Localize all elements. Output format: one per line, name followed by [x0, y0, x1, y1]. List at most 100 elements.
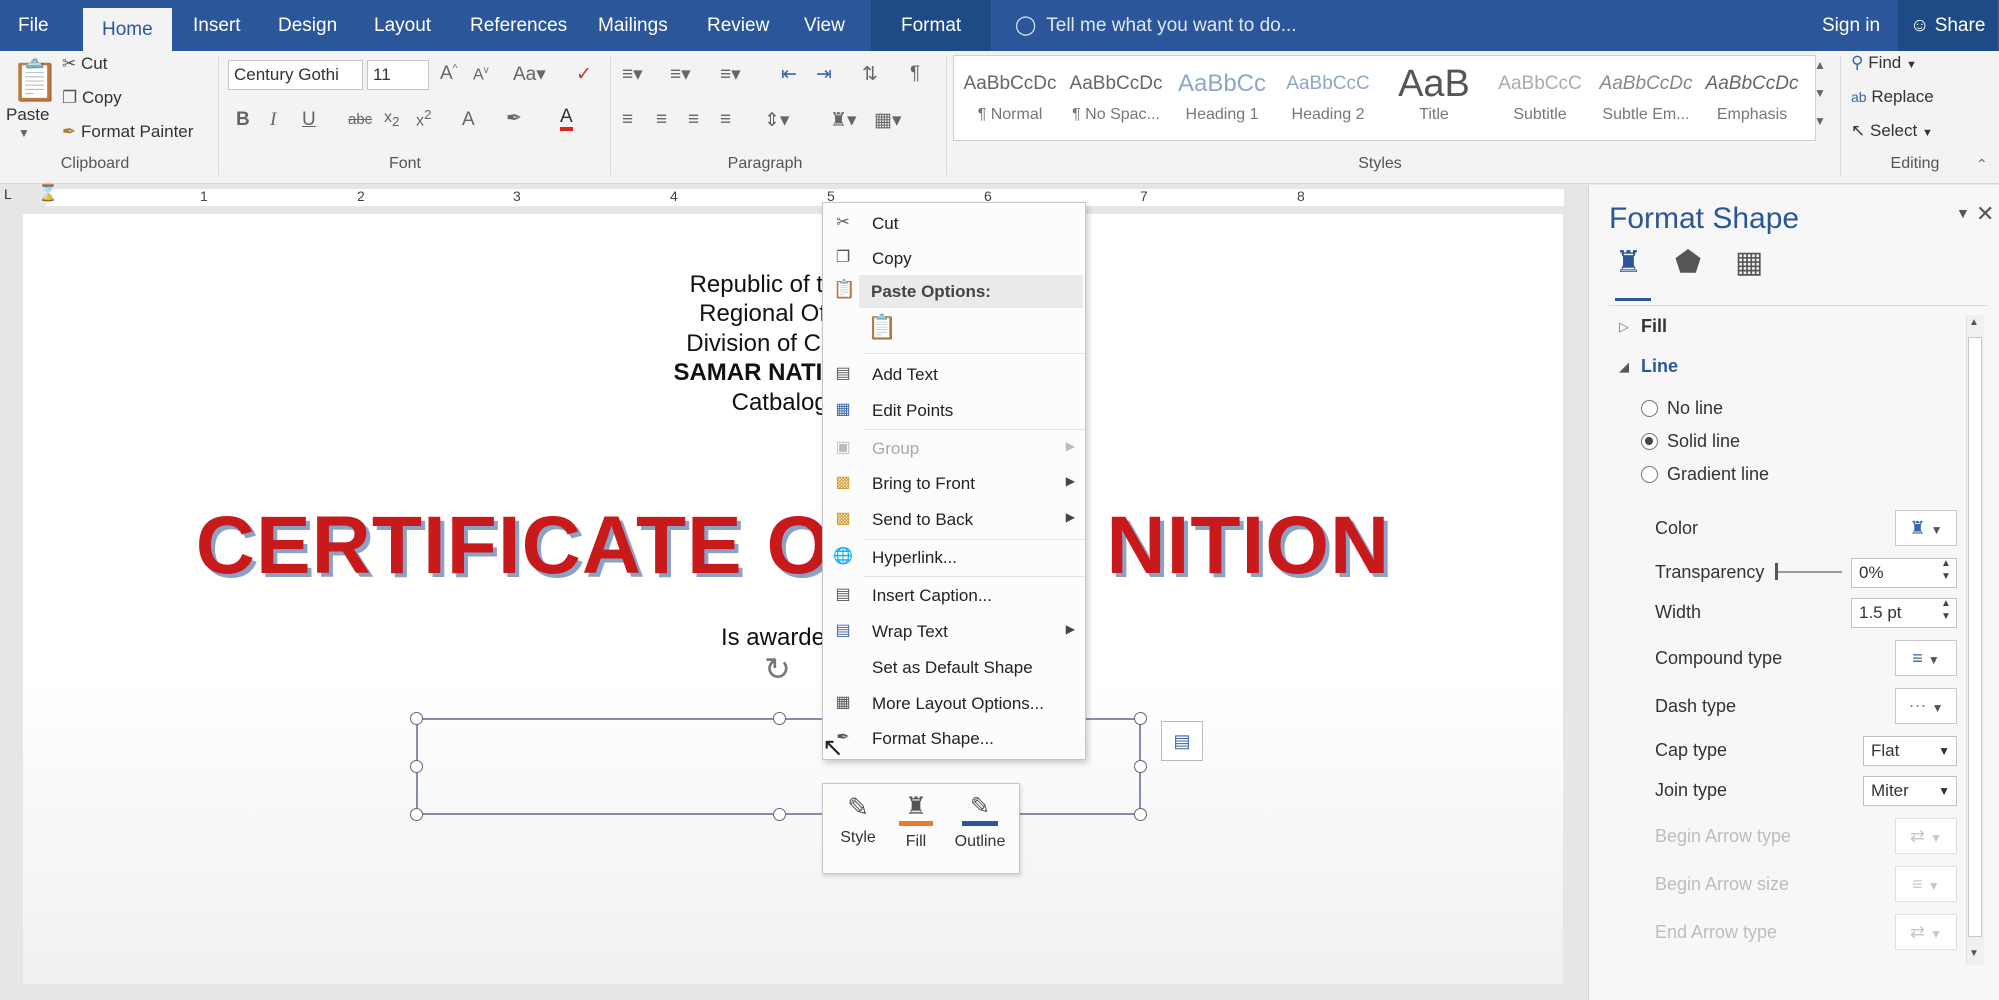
- scroll-down-icon[interactable]: ▼: [1969, 948, 1979, 959]
- font-name-combo[interactable]: Century Gothi: [228, 60, 363, 90]
- font-size-combo[interactable]: 11: [367, 60, 429, 90]
- tab-design[interactable]: Design: [278, 0, 337, 51]
- gradient-line-label[interactable]: Gradient line: [1667, 464, 1769, 485]
- menu-bring-to-front[interactable]: ▩ Bring to Front ▶: [823, 467, 1085, 500]
- find-button[interactable]: ⚲ Find ▼: [1851, 53, 1917, 73]
- superscript-icon[interactable]: x2: [416, 107, 431, 130]
- tab-mailings[interactable]: Mailings: [598, 0, 668, 51]
- sign-in-link[interactable]: Sign in: [1822, 0, 1880, 51]
- tab-layout[interactable]: Layout: [374, 0, 431, 51]
- slider-thumb[interactable]: [1775, 563, 1778, 580]
- grow-font-icon[interactable]: A^: [440, 63, 457, 85]
- pane-options-chevron-icon[interactable]: ▼: [1956, 205, 1970, 221]
- bold-icon[interactable]: B: [236, 109, 250, 131]
- transparency-slider[interactable]: [1776, 571, 1842, 573]
- spinner-arrows-icon[interactable]: ▲ ▼: [1941, 597, 1951, 623]
- decrease-indent-icon[interactable]: ⇤: [781, 63, 797, 86]
- line-spacing-icon[interactable]: ⇕▾: [764, 109, 789, 132]
- menu-wrap-text[interactable]: ▤ Wrap Text ▶: [823, 615, 1085, 648]
- align-center-icon[interactable]: ≡: [656, 109, 667, 131]
- clipboard-icon[interactable]: 📋: [10, 57, 60, 104]
- ruler-track[interactable]: [46, 189, 1564, 206]
- resize-handle[interactable]: [1134, 760, 1147, 773]
- tab-insert[interactable]: Insert: [193, 0, 241, 51]
- menu-insert-caption[interactable]: ▤ Insert Caption...: [823, 579, 1085, 612]
- fill-button[interactable]: ♜ Fill: [891, 792, 941, 868]
- menu-add-text[interactable]: ▤ Add Text: [823, 358, 1085, 391]
- chevron-down-icon[interactable]: ▼: [18, 126, 30, 140]
- style-heading-1[interactable]: AaBbCc Heading 1: [1170, 62, 1274, 134]
- sort-icon[interactable]: ⇅: [862, 63, 878, 86]
- pilcrow-icon[interactable]: ¶: [910, 63, 920, 85]
- indent-marker-icon[interactable]: ⌛: [38, 183, 58, 203]
- fill-line-tab-icon[interactable]: ♜: [1615, 245, 1642, 280]
- resize-handle[interactable]: [773, 712, 786, 725]
- bullets-icon[interactable]: ≡▾: [622, 63, 643, 86]
- menu-format-shape[interactable]: ✒ Format Shape...: [823, 722, 1085, 755]
- font-color-icon[interactable]: A: [560, 107, 573, 131]
- fill-section-header[interactable]: Fill: [1641, 316, 1667, 337]
- copy-button[interactable]: ❐ Copy: [62, 88, 122, 108]
- effects-tab-icon[interactable]: ⬟: [1675, 245, 1701, 280]
- close-icon[interactable]: ✕: [1976, 201, 1994, 227]
- resize-handle[interactable]: [773, 808, 786, 821]
- scrollbar-thumb[interactable]: [1968, 337, 1982, 937]
- color-picker-button[interactable]: ♜ ▼: [1895, 510, 1957, 546]
- style-title[interactable]: AaB Title: [1382, 62, 1486, 134]
- style-heading-2[interactable]: AaBbCcC Heading 2: [1276, 62, 1380, 134]
- style-subtitle[interactable]: AaBbCcC Subtitle: [1488, 62, 1592, 134]
- italic-icon[interactable]: I: [270, 109, 276, 131]
- format-painter-button[interactable]: ✒ Format Painter: [62, 122, 193, 142]
- select-button[interactable]: ↖ Select ▼: [1851, 121, 1933, 141]
- resize-handle[interactable]: [410, 808, 423, 821]
- chevron-down-icon[interactable]: ▼: [1814, 86, 1826, 100]
- strikethrough-icon[interactable]: abc: [348, 111, 372, 128]
- rotate-handle-icon[interactable]: ↻: [764, 650, 791, 688]
- layout-properties-tab-icon[interactable]: ▦: [1735, 245, 1763, 280]
- numbering-icon[interactable]: ≡▾: [670, 63, 691, 86]
- tab-selector-icon[interactable]: L: [4, 186, 12, 202]
- shrink-font-icon[interactable]: Av: [473, 65, 489, 84]
- more-styles-icon[interactable]: ▼: [1814, 114, 1826, 128]
- expand-arrow-icon[interactable]: ▷: [1619, 319, 1629, 335]
- chevron-up-icon[interactable]: ▲: [1814, 58, 1826, 72]
- shading-icon[interactable]: ♜▾: [830, 109, 857, 132]
- tab-review[interactable]: Review: [707, 0, 769, 51]
- menu-copy[interactable]: ❐ Copy: [823, 242, 1085, 275]
- compound-type-button[interactable]: ≡ ▼: [1895, 640, 1957, 676]
- layout-options-icon[interactable]: ▤: [1161, 721, 1203, 761]
- resize-handle[interactable]: [1134, 712, 1147, 725]
- change-case-icon[interactable]: Aa▾: [513, 63, 546, 86]
- clear-formatting-icon[interactable]: ✓: [576, 63, 592, 86]
- collapse-arrow-icon[interactable]: ◢: [1619, 359, 1629, 375]
- paste-button[interactable]: Paste: [6, 105, 49, 125]
- menu-edit-points[interactable]: ▦ Edit Points: [823, 394, 1085, 427]
- dash-type-button[interactable]: ⋯ ▼: [1895, 688, 1957, 724]
- solid-line-radio[interactable]: [1641, 433, 1658, 450]
- paste-keep-source-icon[interactable]: 📋: [867, 313, 901, 349]
- menu-cut[interactable]: ✂ Cut: [823, 207, 1085, 240]
- replace-button[interactable]: ab Replace: [1851, 87, 1934, 107]
- gradient-line-radio[interactable]: [1641, 466, 1658, 483]
- tab-home[interactable]: Home: [83, 8, 172, 51]
- spinner-arrows-icon[interactable]: ▲ ▼: [1941, 557, 1951, 583]
- resize-handle[interactable]: [1134, 808, 1147, 821]
- align-left-icon[interactable]: ≡: [622, 109, 633, 131]
- document-page[interactable]: Republic of the Phil Regional Office N D…: [23, 214, 1563, 984]
- join-type-select[interactable]: Miter ▼: [1863, 776, 1957, 806]
- scroll-up-icon[interactable]: ▲: [1969, 317, 1979, 328]
- outline-button[interactable]: ✎ Outline: [947, 792, 1013, 868]
- no-line-radio[interactable]: [1641, 400, 1658, 417]
- resize-handle[interactable]: [410, 760, 423, 773]
- justify-icon[interactable]: ≡: [720, 109, 731, 131]
- collapse-ribbon-icon[interactable]: ⌃: [1976, 156, 1988, 173]
- style-no-spacing[interactable]: AaBbCcDc ¶ No Spac...: [1064, 62, 1168, 134]
- increase-indent-icon[interactable]: ⇥: [816, 63, 832, 86]
- borders-icon[interactable]: ▦▾: [874, 109, 902, 132]
- tab-references[interactable]: References: [470, 0, 567, 51]
- style-button[interactable]: ✎ Style: [833, 792, 883, 868]
- style-emphasis[interactable]: AaBbCcDc Emphasis: [1700, 62, 1804, 134]
- text-effects-icon[interactable]: A: [462, 109, 475, 131]
- menu-more-layout-options[interactable]: ▦ More Layout Options...: [823, 687, 1085, 720]
- menu-send-to-back[interactable]: ▩ Send to Back ▶: [823, 503, 1085, 536]
